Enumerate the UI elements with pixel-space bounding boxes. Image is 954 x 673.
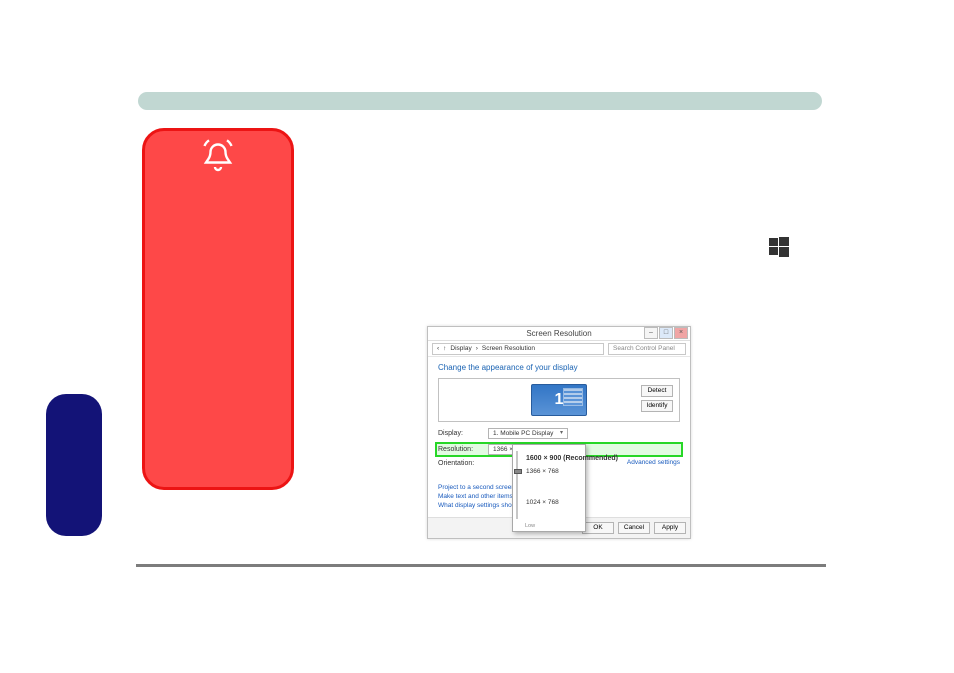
up-icon[interactable]: ↑ (443, 344, 446, 354)
monitor-thumbnail[interactable]: 1 (531, 384, 587, 416)
monitor-grid-icon (563, 388, 583, 406)
identify-button[interactable]: Identify (641, 400, 673, 412)
back-icon[interactable]: ‹ (437, 344, 439, 354)
display-row: Display: 1. Mobile PC Display (438, 428, 680, 439)
close-button[interactable]: × (674, 327, 688, 339)
resolution-slider-thumb[interactable] (514, 469, 522, 474)
windows-logo-icon (769, 237, 789, 257)
advanced-settings-link[interactable]: Advanced settings (627, 459, 680, 466)
maximize-button[interactable]: □ (659, 327, 673, 339)
side-blue-panel (46, 394, 102, 536)
resolution-option[interactable]: 1366 × 768 (526, 468, 580, 475)
apply-button[interactable]: Apply (654, 522, 686, 534)
orientation-label: Orientation: (438, 460, 482, 467)
window-title-bar[interactable]: Screen Resolution – □ × (428, 327, 690, 341)
resolution-label: Resolution: (438, 446, 482, 453)
display-dropdown[interactable]: 1. Mobile PC Display (488, 428, 568, 439)
detect-button[interactable]: Detect (641, 385, 673, 397)
window-title: Screen Resolution (526, 329, 591, 338)
resolution-option[interactable]: 1600 × 900 (Recommended) (526, 455, 580, 462)
resolution-option[interactable]: 1024 × 768 (526, 499, 580, 506)
display-label: Display: (438, 430, 482, 437)
display-value: 1. Mobile PC Display (493, 429, 553, 438)
preview-side-buttons: Detect Identify (641, 385, 673, 412)
cancel-button[interactable]: Cancel (618, 522, 650, 534)
display-preview[interactable]: 1 Detect Identify (438, 378, 680, 422)
alert-panel (142, 128, 294, 490)
alarm-bell-icon (200, 137, 236, 173)
page-heading: Change the appearance of your display (438, 363, 680, 372)
slider-low-label: Low (525, 523, 535, 529)
window-caption-buttons: – □ × (643, 327, 688, 340)
bottom-divider (136, 564, 826, 567)
breadcrumb[interactable]: ‹ ↑ Display › Screen Resolution (432, 343, 604, 355)
breadcrumb-sep: › (476, 344, 478, 354)
decorative-top-bar (138, 92, 822, 110)
search-input[interactable]: Search Control Panel (608, 343, 686, 355)
minimize-button[interactable]: – (644, 327, 658, 339)
ok-button[interactable]: OK (582, 522, 614, 534)
breadcrumb-item[interactable]: Display (450, 344, 471, 354)
resolution-slider-track[interactable] (516, 451, 520, 519)
resolution-options-popup[interactable]: 1600 × 900 (Recommended) 1366 × 768 1024… (512, 444, 586, 532)
breadcrumb-item[interactable]: Screen Resolution (482, 344, 535, 354)
address-row: ‹ ↑ Display › Screen Resolution Search C… (428, 341, 690, 357)
